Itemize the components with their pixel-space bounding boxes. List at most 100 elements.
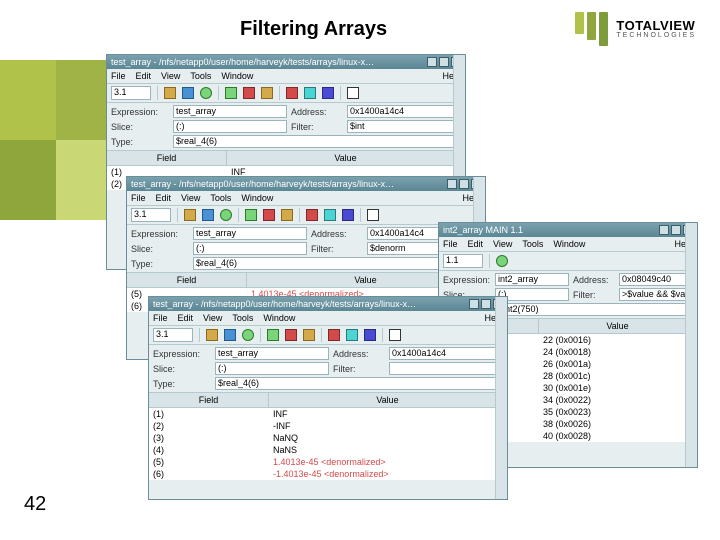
titlebar[interactable]: int2_array MAIN 1.1 [439, 223, 697, 237]
thread-spinner[interactable]: 3.1 [153, 328, 193, 342]
refresh-icon[interactable] [220, 209, 232, 221]
scrollbar[interactable] [495, 297, 507, 499]
menu-tools[interactable]: Tools [522, 239, 543, 249]
minimize-icon[interactable] [447, 179, 457, 189]
maximize-icon[interactable] [481, 299, 491, 309]
step-icon[interactable] [281, 209, 293, 221]
cursor-icon[interactable] [367, 209, 379, 221]
halt-icon[interactable] [263, 209, 275, 221]
cell-value: -1.4013e-45 <denormalized> [269, 468, 507, 480]
menu-window[interactable]: Window [553, 239, 585, 249]
titlebar[interactable]: test_array - /nfs/netapp0/user/home/harv… [107, 55, 465, 69]
minimize-icon[interactable] [469, 299, 479, 309]
go-icon[interactable] [225, 87, 237, 99]
lbl-slice: Slice: [153, 364, 211, 374]
next-icon[interactable] [364, 329, 376, 341]
restart-icon[interactable] [324, 209, 336, 221]
filter-input[interactable]: $int [347, 120, 461, 133]
type-input[interactable]: $int2(750) [495, 303, 693, 316]
maximize-icon[interactable] [459, 179, 469, 189]
refresh-icon[interactable] [496, 255, 508, 267]
menu-file[interactable]: File [153, 313, 168, 323]
kill-icon[interactable] [306, 209, 318, 221]
cursor-icon[interactable] [347, 87, 359, 99]
menu-tools[interactable]: Tools [190, 71, 211, 81]
halt-icon[interactable] [243, 87, 255, 99]
table-row[interactable]: (2)-INF [149, 420, 507, 432]
menu-tools[interactable]: Tools [210, 193, 231, 203]
refresh-icon[interactable] [200, 87, 212, 99]
table-row[interactable]: (5)1.4013e-45 <denormalized> [149, 456, 507, 468]
menu-view[interactable]: View [493, 239, 512, 249]
address-input[interactable]: 0x1400a14c4 [389, 347, 503, 360]
data-rows[interactable]: (1)INF(2)-INF(3)NaNQ(4)NaNS(5)1.4013e-45… [149, 408, 507, 480]
eye-icon[interactable] [182, 87, 194, 99]
thread-spinner[interactable]: 3.1 [111, 86, 151, 100]
maximize-icon[interactable] [439, 57, 449, 67]
step-icon[interactable] [261, 87, 273, 99]
menu-view[interactable]: View [181, 193, 200, 203]
eye-icon[interactable] [202, 209, 214, 221]
kill-icon[interactable] [328, 329, 340, 341]
book-icon[interactable] [184, 209, 196, 221]
expression-input[interactable]: int2_array [495, 273, 569, 286]
window-title: int2_array MAIN 1.1 [443, 225, 523, 235]
scrollbar[interactable] [685, 223, 697, 467]
next-icon[interactable] [342, 209, 354, 221]
type-input[interactable]: $real_4(6) [215, 377, 503, 390]
toolbar: 3.1 [107, 84, 465, 103]
eye-icon[interactable] [224, 329, 236, 341]
menu-edit[interactable]: Edit [136, 71, 152, 81]
restart-icon[interactable] [346, 329, 358, 341]
table-row[interactable]: (4)NaNS [149, 444, 507, 456]
cell-value: 22 (0x0016) [539, 334, 697, 346]
address-input[interactable]: 0x08049c40 [619, 273, 693, 286]
menu-file[interactable]: File [443, 239, 458, 249]
next-icon[interactable] [322, 87, 334, 99]
book-icon[interactable] [206, 329, 218, 341]
book-icon[interactable] [164, 87, 176, 99]
slice-input[interactable]: (:) [193, 242, 307, 255]
halt-icon[interactable] [285, 329, 297, 341]
cursor-icon[interactable] [389, 329, 401, 341]
go-icon[interactable] [267, 329, 279, 341]
menu-file[interactable]: File [131, 193, 146, 203]
menu-edit[interactable]: Edit [156, 193, 172, 203]
cell-value: INF [269, 408, 507, 420]
menu-window[interactable]: Window [221, 71, 253, 81]
table-row[interactable]: (6)-1.4013e-45 <denormalized> [149, 468, 507, 480]
thread-spinner[interactable]: 1.1 [443, 254, 483, 268]
expression-input[interactable]: test_array [215, 347, 329, 360]
expression-input[interactable]: test_array [193, 227, 307, 240]
expression-input[interactable]: test_array [173, 105, 287, 118]
refresh-icon[interactable] [242, 329, 254, 341]
restart-icon[interactable] [304, 87, 316, 99]
kill-icon[interactable] [286, 87, 298, 99]
minimize-icon[interactable] [427, 57, 437, 67]
type-input[interactable]: $real_4(6) [173, 135, 461, 148]
table-row[interactable]: (1)INF [149, 408, 507, 420]
maximize-icon[interactable] [671, 225, 681, 235]
menu-window[interactable]: Window [241, 193, 273, 203]
menu-edit[interactable]: Edit [178, 313, 194, 323]
address-input[interactable]: 0x1400a14c4 [347, 105, 461, 118]
menu-view[interactable]: View [161, 71, 180, 81]
slice-input[interactable]: (:) [215, 362, 329, 375]
titlebar[interactable]: test_array - /nfs/netapp0/user/home/harv… [149, 297, 507, 311]
minimize-icon[interactable] [659, 225, 669, 235]
menu-view[interactable]: View [203, 313, 222, 323]
filter-input[interactable] [389, 362, 503, 375]
titlebar[interactable]: test_array - /nfs/netapp0/user/home/harv… [127, 177, 485, 191]
go-icon[interactable] [245, 209, 257, 221]
slice-input[interactable]: (:) [173, 120, 287, 133]
thread-spinner[interactable]: 3.1 [131, 208, 171, 222]
step-icon[interactable] [303, 329, 315, 341]
menu-window[interactable]: Window [263, 313, 295, 323]
menu-tools[interactable]: Tools [232, 313, 253, 323]
lbl-expression: Expression: [111, 107, 169, 117]
table-row[interactable]: (3)NaNQ [149, 432, 507, 444]
filter-input[interactable]: >$value && $value < 100 [619, 288, 693, 301]
menu-edit[interactable]: Edit [468, 239, 484, 249]
cell-field: (5) [149, 456, 269, 468]
menu-file[interactable]: File [111, 71, 126, 81]
